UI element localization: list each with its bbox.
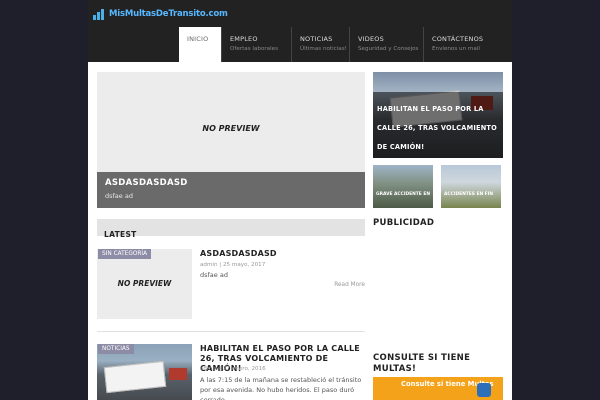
featured-title[interactable]: ASDASDASDASD [105,178,357,188]
nav-item-inicio[interactable]: INICIO [179,27,221,62]
publicidad-heading: PUBLICIDAD [373,218,435,228]
nav-title: INICIO [187,35,209,43]
nav-title: EMPLEO [230,35,258,43]
sidebar-featured-post[interactable]: HABILITAN EL PASO POR LA CALLE 26, TRAS … [373,72,503,158]
site-logo[interactable]: MisMultasDeTransito.com [93,8,228,20]
page-container: MisMultasDeTransito.com INICIO EMPLEO Of… [88,0,512,400]
nav-subtitle: Envíenos un mail [432,46,480,52]
category-badge[interactable]: SIN CATEGORÍA [98,249,152,259]
nav-subtitle: Últimas noticias! [300,46,347,52]
read-more-link[interactable]: Read More [334,282,365,288]
sidebar-small-caption: ACCIDENTES EN FIN DE AÑO DEJARON 8 MUERT… [441,180,501,208]
nav-subtitle: Ofertas laborales [230,46,279,52]
sidebar-small-title: ACCIDENTES EN FIN DE AÑO DEJARON 8 MUERT… [444,192,493,197]
featured-excerpt: dsfae ad [105,192,133,200]
divider [97,331,365,332]
sidebar-featured-caption: HABILITAN EL PASO POR LA CALLE 26, TRAS … [373,92,503,158]
nav-item-noticias[interactable]: NOTICIAS Últimas noticias! [291,27,349,62]
nav-title: NOTICIAS [300,35,333,43]
latest-section-header: LATEST [97,219,365,239]
post-excerpt: dsfae ad [200,271,228,279]
latest-label: LATEST [104,230,137,239]
no-preview-placeholder: NO PREVIEW [202,124,260,133]
nav-item-empleo[interactable]: EMPLEO Ofertas laborales [221,27,291,62]
post-title[interactable]: ASDASDASDASD [200,249,370,259]
main-nav: INICIO EMPLEO Ofertas laborales NOTICIAS… [179,27,493,62]
category-badge[interactable]: NOTICIAS [98,344,134,354]
consult-heading: CONSULTE SI TIENE MULTAS! [373,353,471,374]
nav-item-videos[interactable]: VIDEOS Seguridad y Consejos [349,27,423,62]
nav-title: CONTÁCTENOS [432,35,484,43]
consult-multas-banner[interactable]: Consulte si tiene Multas [373,377,503,400]
sidebar-featured-title: HABILITAN EL PASO POR LA CALLE 26, TRAS … [377,105,497,151]
no-preview-placeholder: NO PREVIEW [117,279,172,288]
car-icon [477,383,491,397]
nav-subtitle: Seguridad y Consejos [358,46,419,52]
sidebar-small-title: GRAVE ACCIDENTE EN BOGOTÁ, ZONA NORTE, D… [376,192,431,197]
sidebar-small-post[interactable]: GRAVE ACCIDENTE EN BOGOTÁ, ZONA NORTE, D… [373,165,433,208]
sidebar-small-caption: GRAVE ACCIDENTE EN BOGOTÁ, ZONA NORTE, D… [373,180,433,208]
logo-bars-icon [93,8,107,20]
nav-title: VIDEOS [358,35,384,43]
sidebar-small-post[interactable]: ACCIDENTES EN FIN DE AÑO DEJARON 8 MUERT… [441,165,501,208]
featured-caption: ASDASDASDASD dsfae ad [97,172,365,208]
post-meta: admin | 25 mayo, 2017 [200,262,266,268]
list-item: NOTICIAS HABILITAN EL PASO POR LA CALLE … [97,344,365,400]
post-excerpt: A las 7:15 de la mañana se restableció e… [200,376,362,400]
post-meta: admin | 27 enero, 2016 [200,366,266,372]
logo-text: MisMultasDeTransito.com [109,9,228,19]
header-bar: MisMultasDeTransito.com INICIO EMPLEO Of… [88,0,512,62]
post-thumbnail[interactable]: NO PREVIEW [97,249,192,319]
featured-post[interactable]: NO PREVIEW ASDASDASDASD dsfae ad [97,72,365,208]
nav-item-contactenos[interactable]: CONTÁCTENOS Envíenos un mail [423,27,493,62]
truck-image [103,360,167,394]
list-item: NO PREVIEW SIN CATEGORÍA ASDASDASDASD ad… [97,249,365,321]
car-image [169,368,187,380]
